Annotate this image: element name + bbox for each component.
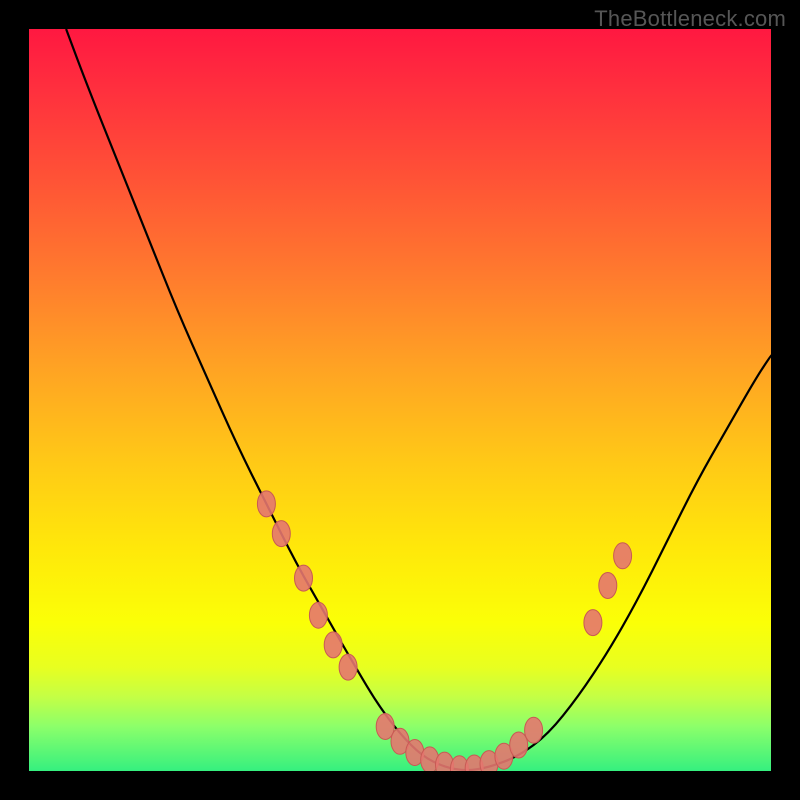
watermark-text: TheBottleneck.com (594, 6, 786, 32)
chart-frame: TheBottleneck.com (0, 0, 800, 800)
chart-plot-area (29, 29, 771, 771)
